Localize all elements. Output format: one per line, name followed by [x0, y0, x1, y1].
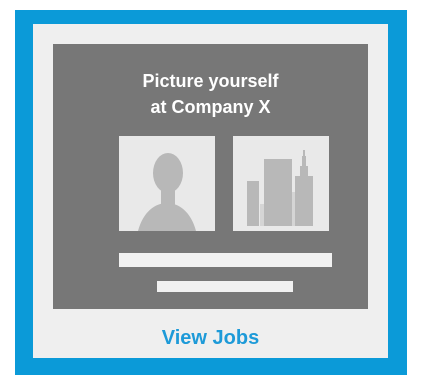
person-placeholder-icon [119, 136, 215, 231]
promo-headline-line-2: at Company X [150, 97, 271, 117]
text-placeholder-line-2 [157, 281, 293, 292]
view-jobs-link[interactable]: View Jobs [53, 326, 368, 350]
building-placeholder-icon [233, 136, 329, 231]
promo-headline-line-1: Picture yourself [142, 71, 279, 91]
building-image-tile [233, 136, 329, 231]
text-placeholder-line-1 [119, 253, 332, 267]
person-image-tile [119, 136, 215, 231]
page: Picture yourself at Company X View Jobs [0, 0, 423, 388]
promo-headline: Picture yourself at Company X [53, 68, 368, 120]
